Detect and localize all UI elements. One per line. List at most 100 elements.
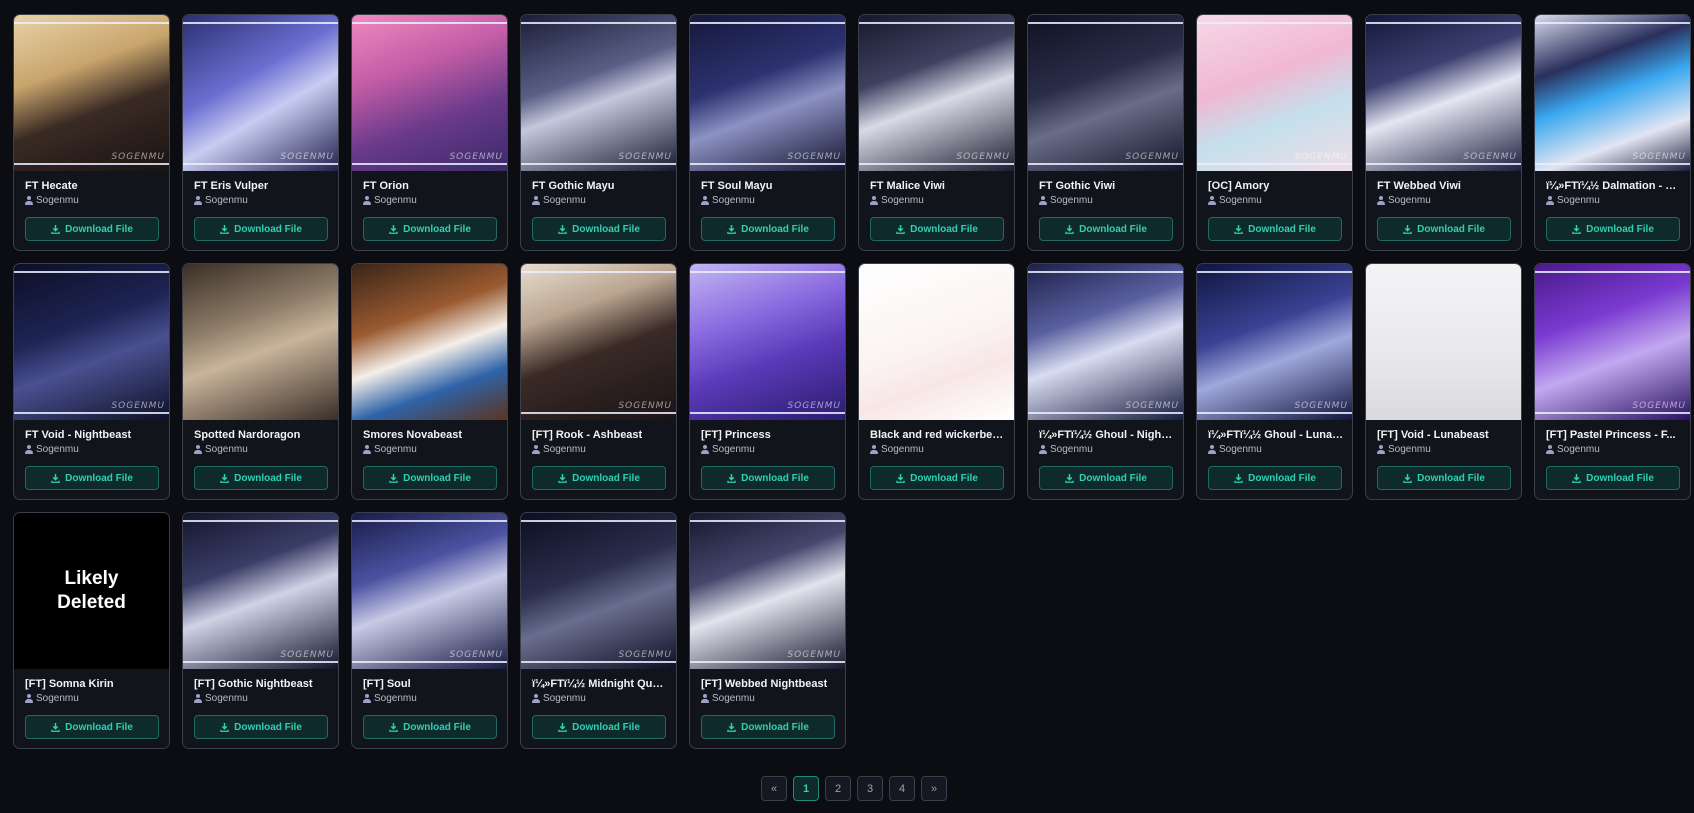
- card-title[interactable]: [OC] Amory: [1208, 180, 1344, 192]
- card-author[interactable]: Sogenmu: [701, 195, 755, 206]
- model-card[interactable]: SOGENMU [FT] Soul Sogenmu Download File: [351, 512, 508, 749]
- card-title[interactable]: FT Gothic Viwi: [1039, 180, 1175, 192]
- card-title[interactable]: Smores Novabeast: [363, 429, 499, 441]
- card-title[interactable]: FT Gothic Mayu: [532, 180, 668, 192]
- thumbnail-image[interactable]: SOGENMU: [1197, 15, 1352, 171]
- page-button-3[interactable]: 3: [857, 776, 883, 801]
- download-file-button[interactable]: Download File: [363, 217, 497, 241]
- model-card[interactable]: SOGENMU FT Hecate Sogenmu Download File: [13, 14, 170, 251]
- card-author[interactable]: Sogenmu: [1208, 444, 1262, 455]
- card-title[interactable]: [FT] Gothic Nightbeast: [194, 678, 330, 690]
- card-author[interactable]: Sogenmu: [25, 444, 79, 455]
- card-title[interactable]: FT Orion: [363, 180, 499, 192]
- card-author[interactable]: Sogenmu: [363, 195, 417, 206]
- card-title[interactable]: ï¼»FTï¼½ Ghoul - Nightb...: [1039, 429, 1175, 441]
- thumbnail-image[interactable]: SOGENMU: [690, 264, 845, 420]
- card-author[interactable]: Sogenmu: [1039, 195, 1093, 206]
- download-file-button[interactable]: Download File: [194, 715, 328, 739]
- card-author[interactable]: Sogenmu: [25, 195, 79, 206]
- model-card[interactable]: SOGENMU ï¼»FTï¼½ Ghoul - Nightb... Sogenmu…: [1027, 263, 1184, 500]
- thumbnail-image[interactable]: [1366, 264, 1521, 420]
- download-file-button[interactable]: Download File: [1377, 466, 1511, 490]
- model-card[interactable]: SOGENMU [FT] Pastel Princess - F... Sogenm…: [1534, 263, 1691, 500]
- thumbnail-image[interactable]: SOGENMU: [521, 513, 676, 669]
- card-title[interactable]: FT Void - Nightbeast: [25, 429, 161, 441]
- download-file-button[interactable]: Download File: [363, 466, 497, 490]
- model-card[interactable]: SOGENMU [FT] Webbed Nightbeast Sogenmu Down…: [689, 512, 846, 749]
- thumbnail-image[interactable]: SOGENMU: [1028, 15, 1183, 171]
- download-file-button[interactable]: Download File: [532, 217, 666, 241]
- card-author[interactable]: Sogenmu: [1546, 195, 1600, 206]
- card-author[interactable]: Sogenmu: [1377, 195, 1431, 206]
- model-card[interactable]: SOGENMU ï¼»FTï¼½ Ghoul - Lunabe... Sogenmu…: [1196, 263, 1353, 500]
- thumbnail-image[interactable]: SOGENMU: [1535, 15, 1690, 171]
- card-title[interactable]: FT Hecate: [25, 180, 161, 192]
- thumbnail-image[interactable]: SOGENMU: [14, 264, 169, 420]
- download-file-button[interactable]: Download File: [870, 466, 1004, 490]
- download-file-button[interactable]: Download File: [532, 466, 666, 490]
- thumbnail-image[interactable]: SOGENMU: [183, 15, 338, 171]
- card-author[interactable]: Sogenmu: [532, 444, 586, 455]
- download-file-button[interactable]: Download File: [363, 715, 497, 739]
- model-card[interactable]: SOGENMU FT Gothic Mayu Sogenmu Download Fil…: [520, 14, 677, 251]
- card-title[interactable]: [FT] Rook - Ashbeast: [532, 429, 668, 441]
- download-file-button[interactable]: Download File: [1039, 217, 1173, 241]
- card-title[interactable]: [FT] Princess: [701, 429, 837, 441]
- download-file-button[interactable]: Download File: [701, 466, 835, 490]
- thumbnail-image[interactable]: SOGENMU: [521, 15, 676, 171]
- card-author[interactable]: Sogenmu: [363, 693, 417, 704]
- card-title[interactable]: FT Eris Vulper: [194, 180, 330, 192]
- card-author[interactable]: Sogenmu: [532, 693, 586, 704]
- download-file-button[interactable]: Download File: [1039, 466, 1173, 490]
- card-title[interactable]: Spotted Nardoragon: [194, 429, 330, 441]
- card-author[interactable]: Sogenmu: [532, 195, 586, 206]
- model-card[interactable]: SOGENMU FT Void - Nightbeast Sogenmu Downlo…: [13, 263, 170, 500]
- card-author[interactable]: Sogenmu: [870, 195, 924, 206]
- download-file-button[interactable]: Download File: [1546, 466, 1680, 490]
- card-author[interactable]: Sogenmu: [1208, 195, 1262, 206]
- download-file-button[interactable]: Download File: [701, 217, 835, 241]
- card-author[interactable]: Sogenmu: [194, 195, 248, 206]
- card-title[interactable]: [FT] Somna Kirin: [25, 678, 161, 690]
- thumbnail-image[interactable]: SOGENMU: [690, 15, 845, 171]
- card-title[interactable]: [FT] Webbed Nightbeast: [701, 678, 837, 690]
- thumbnail-image[interactable]: SOGENMU: [859, 15, 1014, 171]
- model-card[interactable]: Likely Deleted [FT] Somna Kirin Sogenmu Dow…: [13, 512, 170, 749]
- model-card[interactable]: SOGENMU FT Orion Sogenmu Download File: [351, 14, 508, 251]
- model-card[interactable]: SOGENMU FT Malice Viwi Sogenmu Download Fil…: [858, 14, 1015, 251]
- thumbnail-image[interactable]: SOGENMU: [352, 513, 507, 669]
- download-file-button[interactable]: Download File: [1546, 217, 1680, 241]
- thumbnail-image[interactable]: SOGENMU: [521, 264, 676, 420]
- card-title[interactable]: [FT] Pastel Princess - F...: [1546, 429, 1682, 441]
- card-author[interactable]: Sogenmu: [1377, 444, 1431, 455]
- card-title[interactable]: ï¼»FTï¼½ Ghoul - Lunabe...: [1208, 429, 1344, 441]
- card-title[interactable]: ï¼»FTï¼½ Dalmation - Ke...: [1546, 180, 1682, 192]
- card-author[interactable]: Sogenmu: [194, 444, 248, 455]
- card-author[interactable]: Sogenmu: [701, 444, 755, 455]
- model-card[interactable]: [FT] Void - Lunabeast Sogenmu Download Fil…: [1365, 263, 1522, 500]
- card-author[interactable]: Sogenmu: [701, 693, 755, 704]
- thumbnail-image[interactable]: SOGENMU: [690, 513, 845, 669]
- page-button-4[interactable]: 4: [889, 776, 915, 801]
- download-file-button[interactable]: Download File: [532, 715, 666, 739]
- card-title[interactable]: FT Malice Viwi: [870, 180, 1006, 192]
- thumbnail-image[interactable]: SOGENMU: [1535, 264, 1690, 420]
- thumbnail-image[interactable]: SOGENMU: [1197, 264, 1352, 420]
- download-file-button[interactable]: Download File: [194, 217, 328, 241]
- page-button-2[interactable]: 2: [825, 776, 851, 801]
- card-author[interactable]: Sogenmu: [194, 693, 248, 704]
- download-file-button[interactable]: Download File: [1208, 217, 1342, 241]
- download-file-button[interactable]: Download File: [25, 466, 159, 490]
- thumbnail-image[interactable]: SOGENMU: [183, 513, 338, 669]
- card-author[interactable]: Sogenmu: [363, 444, 417, 455]
- card-author[interactable]: Sogenmu: [1039, 444, 1093, 455]
- thumbnail-image[interactable]: [859, 264, 1014, 420]
- model-card[interactable]: Spotted Nardoragon Sogenmu Download File: [182, 263, 339, 500]
- model-card[interactable]: SOGENMU FT Webbed Viwi Sogenmu Download Fil…: [1365, 14, 1522, 251]
- model-card[interactable]: SOGENMU ï¼»FTï¼½ Midnight Quee... Sogenmu D…: [520, 512, 677, 749]
- card-title[interactable]: ï¼»FTï¼½ Midnight Quee...: [532, 678, 668, 690]
- model-card[interactable]: SOGENMU FT Gothic Viwi Sogenmu Download Fil…: [1027, 14, 1184, 251]
- prev-page-button[interactable]: «: [761, 776, 787, 801]
- card-title[interactable]: FT Soul Mayu: [701, 180, 837, 192]
- card-author[interactable]: Sogenmu: [25, 693, 79, 704]
